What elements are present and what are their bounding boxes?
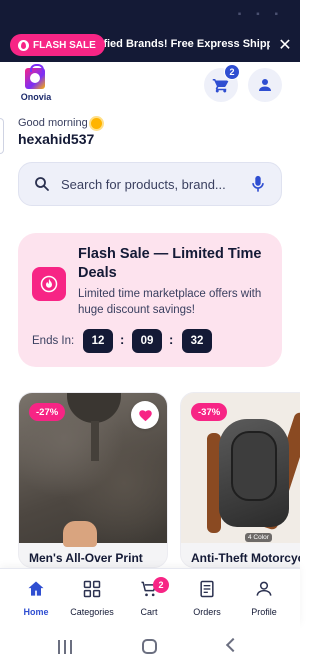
close-promo-button[interactable]: ✕	[270, 28, 300, 62]
drawer-handle[interactable]	[0, 118, 4, 154]
product-carousel[interactable]: -27% Men's All-Over Print -37% 4 Color A…	[0, 392, 300, 568]
person-icon	[256, 581, 272, 596]
discount-badge: -27%	[29, 403, 66, 421]
microphone-icon[interactable]	[251, 175, 265, 193]
nav-cart[interactable]: 2 Cart	[119, 577, 179, 617]
countdown-minutes: 09	[132, 329, 162, 353]
person-icon	[259, 79, 271, 91]
nav-orders-label: Orders	[193, 607, 221, 617]
nav-cart-label: Cart	[140, 607, 158, 617]
logo-text: Onovia	[20, 92, 52, 102]
promo-marquee-text: rified Brands! Free Express Shipping	[96, 38, 290, 50]
flame-icon	[32, 267, 66, 301]
app-header: Onovia 2	[0, 62, 300, 110]
shopping-bag-logo-icon	[25, 64, 45, 89]
username: hexahid537	[18, 131, 95, 147]
flash-sale-subtitle: Limited time marketplace offers with hug…	[78, 288, 262, 316]
grid-icon	[83, 580, 101, 598]
shirt-placket	[91, 421, 99, 461]
header-profile-button[interactable]	[248, 68, 282, 102]
countdown-separator: :	[169, 332, 174, 347]
cart-badge: 2	[153, 577, 169, 593]
recents-button[interactable]	[58, 640, 72, 654]
receipt-icon	[200, 580, 214, 598]
product-title: Men's All-Over Print	[29, 551, 143, 565]
color-count-label: 4 Color	[245, 533, 272, 542]
bottom-navigation: Home Categories 2 Cart Orders Profile	[0, 568, 300, 626]
discount-badge: -37%	[191, 403, 228, 421]
nav-profile[interactable]: Profile	[234, 579, 294, 617]
nav-home[interactable]: Home	[6, 579, 66, 617]
countdown-seconds: 32	[182, 329, 212, 353]
countdown-hours: 12	[83, 329, 113, 353]
flash-sale-card[interactable]: Flash Sale — Limited Time Deals Limited …	[18, 233, 282, 367]
nav-profile-label: Profile	[251, 607, 277, 617]
sun-icon	[90, 117, 102, 129]
product-card[interactable]: -37% 4 Color Anti-Theft Motorcycl	[180, 392, 300, 568]
bag-zip	[231, 431, 277, 501]
search-icon	[35, 177, 49, 191]
system-navigation-bar	[0, 626, 300, 667]
product-title: Anti-Theft Motorcycl	[191, 551, 300, 565]
flash-sale-badge[interactable]: FLASH SALE	[10, 34, 105, 56]
flash-sale-badge-label: FLASH SALE	[33, 39, 96, 51]
greeting-text: Good morning	[18, 117, 88, 129]
search-input[interactable]: Search for products, brand...	[61, 177, 239, 192]
heart-icon	[138, 409, 152, 421]
app-logo[interactable]: Onovia	[16, 64, 56, 108]
promo-banner: FLASH SALE rified Brands! Free Express S…	[0, 28, 300, 62]
flame-icon	[18, 39, 29, 51]
shirt-collar	[67, 393, 121, 423]
nav-orders[interactable]: Orders	[177, 579, 237, 617]
nav-home-label: Home	[23, 607, 49, 617]
flash-sale-title: Flash Sale — Limited Time Deals	[78, 246, 262, 281]
home-icon	[28, 581, 44, 596]
home-button[interactable]	[142, 639, 157, 654]
countdown-label: Ends In:	[32, 335, 75, 347]
cart-count-badge: 2	[224, 64, 240, 80]
favorite-button[interactable]	[131, 401, 159, 429]
search-bar[interactable]: Search for products, brand...	[18, 162, 282, 206]
close-icon: ✕	[278, 37, 292, 54]
greeting: Good morning	[18, 117, 102, 129]
nav-categories[interactable]: Categories	[62, 579, 122, 617]
countdown-separator: :	[120, 332, 125, 347]
status-icons: ▪ ▪ ▪	[237, 9, 284, 20]
hand	[63, 521, 97, 547]
status-bar: ▪ ▪ ▪	[0, 0, 300, 28]
header-cart-button[interactable]: 2	[204, 64, 240, 102]
product-card[interactable]: -27% Men's All-Over Print	[18, 392, 168, 568]
nav-categories-label: Categories	[70, 607, 114, 617]
back-button[interactable]	[225, 637, 241, 653]
